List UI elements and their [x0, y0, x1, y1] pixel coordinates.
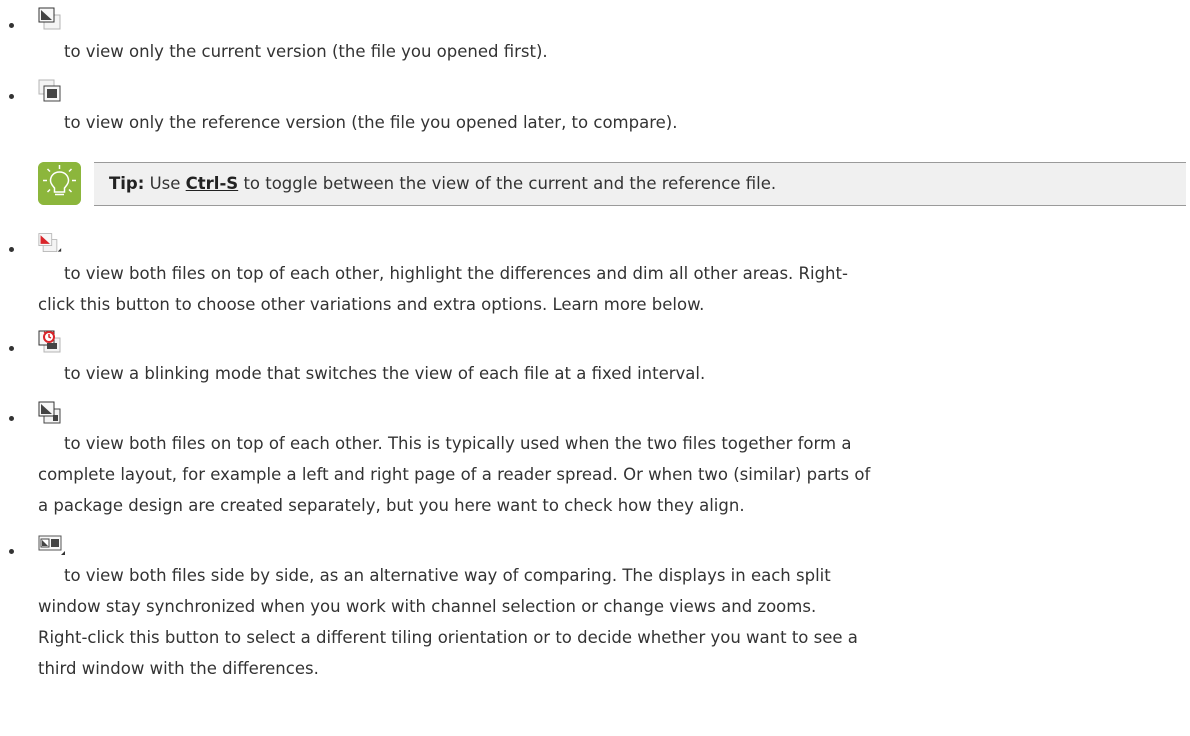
list-item: to view both files on top of each other,… [38, 258, 1178, 320]
item-text-line1: to view both files on top of each other.… [64, 434, 852, 453]
bullet [9, 247, 14, 252]
tip-text: Tip: Use Ctrl-S to toggle between the vi… [109, 172, 776, 196]
view-current-version-icon [38, 7, 61, 30]
list-item: to view both files on top of each other.… [38, 428, 1178, 521]
list-item: to view a blinking mode that switches th… [38, 358, 1178, 389]
bullet [9, 416, 14, 421]
side-by-side-icon [38, 535, 65, 555]
tip-note: Tip: Use Ctrl-S to toggle between the vi… [38, 155, 1186, 213]
list-item: to view both files side by side, as an a… [38, 560, 1178, 684]
tip-label: Tip: [109, 174, 145, 193]
view-reference-version-icon [38, 79, 61, 102]
overlay-icon [38, 401, 61, 424]
tip-box: Tip: Use Ctrl-S to toggle between the vi… [94, 162, 1186, 206]
bullet [9, 346, 14, 351]
tip-text-before: Use [149, 174, 181, 193]
item-text-line1: to view both files side by side, as an a… [64, 566, 831, 585]
highlight-differences-icon [38, 233, 62, 252]
item-text-line3: Right-click this button to select a diff… [38, 628, 858, 647]
lightbulb-icon [38, 162, 81, 205]
item-text: to view a blinking mode that switches th… [64, 364, 706, 383]
item-text: to view only the current version (the fi… [64, 42, 548, 61]
item-text-line2: window stay synchronized when you work w… [38, 597, 817, 616]
tip-text-after: to toggle between the view of the curren… [243, 174, 777, 193]
item-text-line2: complete layout, for example a left and … [38, 465, 871, 484]
item-text-line4: third window with the differences. [38, 659, 319, 678]
item-text-line2: click this button to choose other variat… [38, 295, 705, 314]
bullet [9, 549, 14, 554]
shortcut-link[interactable]: Ctrl-S [186, 174, 239, 193]
list-item: to view only the current version (the fi… [38, 36, 1178, 67]
item-text-line3: a package design are created separately,… [38, 496, 745, 515]
bullet [9, 94, 14, 99]
list-item: to view only the reference version (the … [38, 107, 1178, 138]
item-text: to view only the reference version (the … [64, 113, 678, 132]
item-text-line1: to view both files on top of each other,… [64, 264, 848, 283]
blink-mode-icon [38, 330, 61, 353]
bullet [9, 23, 14, 28]
